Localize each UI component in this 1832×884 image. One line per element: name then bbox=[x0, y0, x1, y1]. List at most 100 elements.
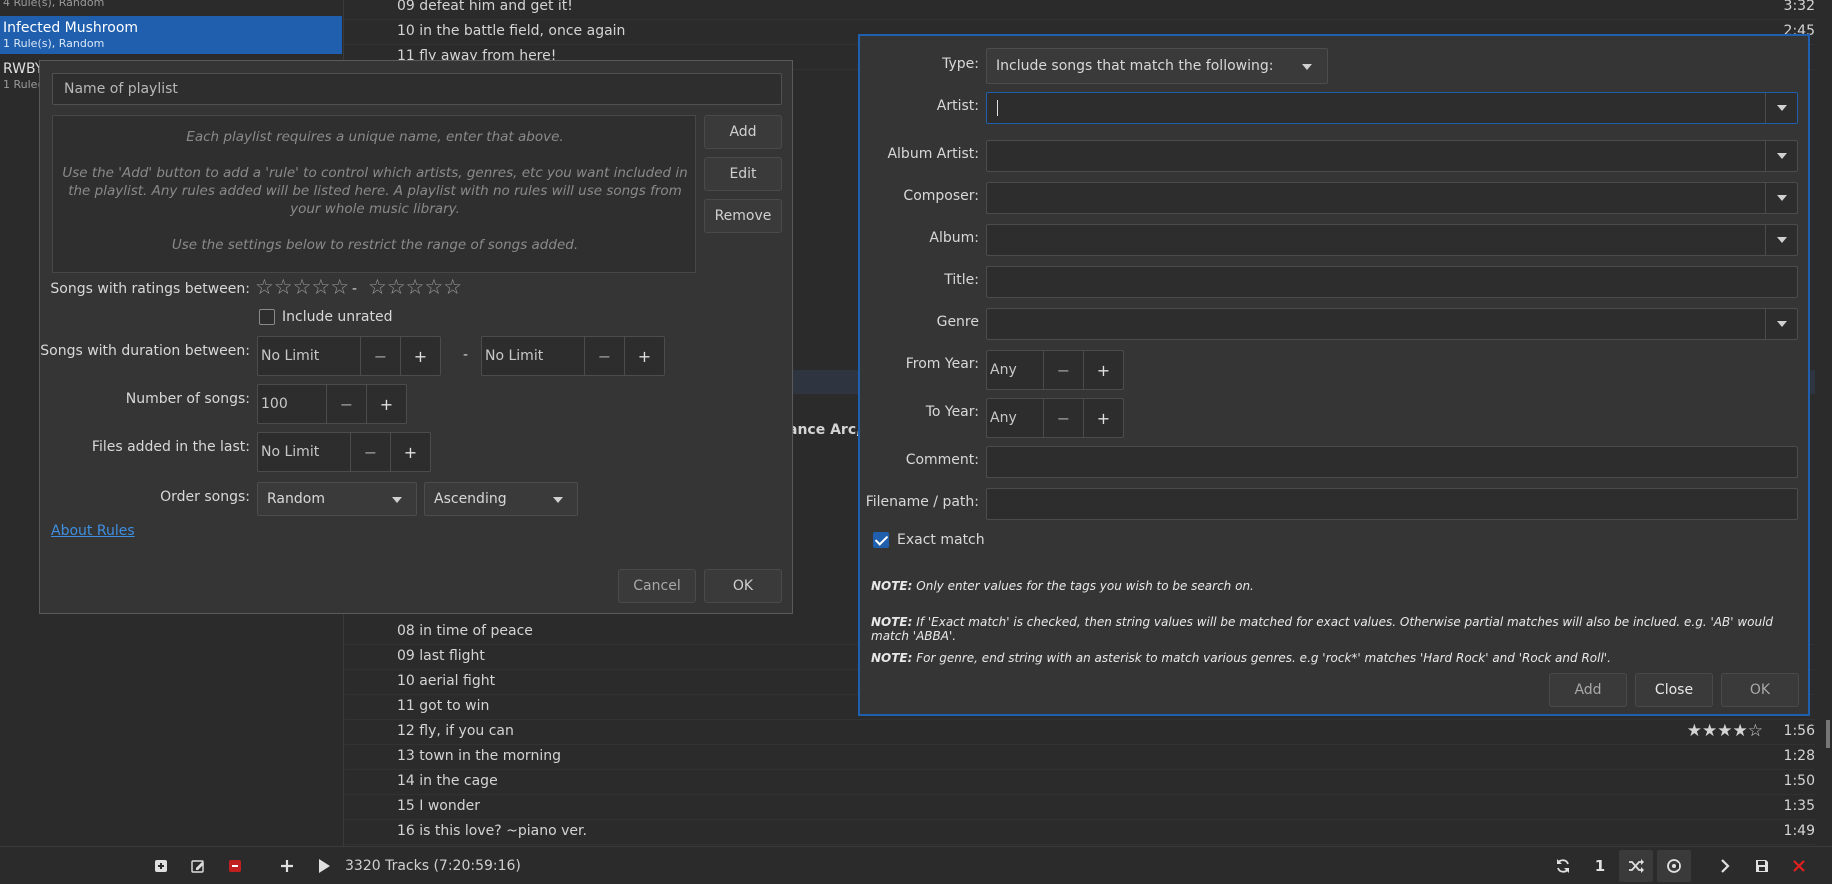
add-button[interactable]: Add bbox=[1549, 673, 1627, 707]
remove-rule-button[interactable]: Remove bbox=[704, 199, 782, 233]
track-row[interactable]: 13 town in the morning 1:28 bbox=[345, 745, 1815, 770]
track-row[interactable]: 12 fly, if you can ★★★★☆ 1:56 bbox=[345, 720, 1815, 745]
track-row[interactable]: 14 in the cage 1:50 bbox=[345, 770, 1815, 795]
note-prefix: NOTE: bbox=[871, 651, 913, 665]
clear-icon[interactable] bbox=[1788, 855, 1810, 877]
track-rating[interactable]: ★★★★☆ bbox=[1687, 721, 1763, 741]
order-by-select[interactable]: Random bbox=[257, 482, 417, 516]
to-year-stepper[interactable]: Any − + bbox=[986, 398, 1124, 438]
chevron-down-icon bbox=[1777, 195, 1787, 201]
plus-icon[interactable]: + bbox=[400, 337, 440, 375]
smart-playlist-dialog: Name of playlist Each playlist requires … bbox=[39, 60, 793, 614]
track-title: 09 last flight bbox=[397, 648, 485, 664]
order-dir-value: Ascending bbox=[434, 491, 507, 507]
from-year-value[interactable]: Any bbox=[990, 362, 1017, 378]
from-year-label: From Year: bbox=[905, 356, 979, 372]
play-icon[interactable] bbox=[313, 855, 335, 877]
track-title: 10 in the battle field, once again bbox=[397, 23, 626, 39]
composer-dropdown[interactable] bbox=[1765, 183, 1797, 213]
track-title: 10 aerial fight bbox=[397, 673, 496, 689]
rating-to-stars[interactable]: ☆☆☆☆☆ bbox=[368, 275, 462, 299]
duration-to-value[interactable]: No Limit bbox=[485, 348, 543, 364]
album-artist-input[interactable] bbox=[986, 140, 1798, 172]
include-unrated-checkbox[interactable] bbox=[259, 309, 275, 325]
composer-label: Composer: bbox=[903, 188, 979, 204]
edit-rule-button[interactable]: Edit bbox=[704, 157, 782, 191]
duration-from-stepper[interactable]: No Limit − + bbox=[257, 336, 441, 376]
type-select[interactable]: Include songs that match the following: bbox=[986, 48, 1328, 84]
playlist-name-input[interactable]: Name of playlist bbox=[52, 73, 782, 105]
minus-icon[interactable]: − bbox=[1043, 351, 1083, 389]
from-year-stepper[interactable]: Any − + bbox=[986, 350, 1124, 390]
rules-help-text: Use the settings below to restrict the r… bbox=[171, 237, 579, 253]
ok-button[interactable]: OK bbox=[704, 569, 782, 603]
plus-icon[interactable]: + bbox=[366, 385, 406, 423]
duration-label: Songs with duration between: bbox=[40, 343, 250, 359]
album-artist-dropdown[interactable] bbox=[1765, 141, 1797, 171]
next-icon[interactable] bbox=[1714, 855, 1736, 877]
single-icon[interactable]: 1 bbox=[1589, 855, 1611, 877]
note-text: NOTE: Only enter values for the tags you… bbox=[871, 579, 1254, 593]
num-songs-label: Number of songs: bbox=[125, 391, 250, 407]
save-icon[interactable] bbox=[1751, 855, 1773, 877]
artist-input[interactable] bbox=[986, 92, 1798, 124]
plus-icon[interactable]: + bbox=[390, 433, 430, 471]
minus-icon[interactable]: − bbox=[1043, 399, 1083, 437]
to-year-value[interactable]: Any bbox=[990, 410, 1017, 426]
plus-icon[interactable]: + bbox=[624, 337, 664, 375]
remove-icon[interactable] bbox=[224, 855, 246, 877]
track-row[interactable]: 16 is this love? ~piano ver. 1:49 bbox=[345, 820, 1815, 845]
filename-input[interactable] bbox=[986, 488, 1798, 520]
duration-to-stepper[interactable]: No Limit − + bbox=[481, 336, 665, 376]
track-row[interactable]: 09 defeat him and get it! 3:32 bbox=[345, 0, 1815, 20]
album-input[interactable] bbox=[986, 224, 1798, 256]
album-artist-label: Album Artist: bbox=[887, 146, 979, 162]
consume-icon[interactable] bbox=[1663, 855, 1685, 877]
num-songs-stepper[interactable]: 100 − + bbox=[257, 384, 407, 424]
album-dropdown[interactable] bbox=[1765, 225, 1797, 255]
plus-icon[interactable]: + bbox=[1083, 399, 1123, 437]
track-row[interactable]: 15 I wonder 1:35 bbox=[345, 795, 1815, 820]
genre-input[interactable] bbox=[986, 308, 1798, 340]
add-rule-button[interactable]: Add bbox=[704, 115, 782, 149]
genre-label: Genre bbox=[936, 314, 979, 330]
note-body: For genre, end string with an asterisk t… bbox=[916, 651, 1611, 665]
rating-from-stars[interactable]: ☆☆☆☆☆ bbox=[255, 275, 349, 299]
plus-icon[interactable] bbox=[276, 855, 298, 877]
playlist-item-infected-mushroom[interactable]: Infected Mushroom 1 Rule(s), Random bbox=[0, 16, 342, 54]
chevron-down-icon bbox=[1777, 237, 1787, 243]
rules-list[interactable]: Each playlist requires a unique name, en… bbox=[52, 115, 696, 273]
refresh-icon[interactable] bbox=[1552, 855, 1574, 877]
shuffle-icon[interactable] bbox=[1625, 855, 1647, 877]
files-added-stepper[interactable]: No Limit − + bbox=[257, 432, 431, 472]
minus-icon[interactable]: − bbox=[326, 385, 366, 423]
duration-from-value[interactable]: No Limit bbox=[261, 348, 319, 364]
close-button[interactable]: Close bbox=[1635, 673, 1713, 707]
comment-input[interactable] bbox=[986, 446, 1798, 478]
artist-dropdown[interactable] bbox=[1765, 93, 1797, 123]
genre-dropdown[interactable] bbox=[1765, 309, 1797, 339]
track-title: 14 in the cage bbox=[397, 773, 498, 789]
playlist-item[interactable]: 4 Rule(s), Random bbox=[0, 0, 342, 14]
playlist-item-name: Infected Mushroom bbox=[3, 20, 139, 36]
minus-icon[interactable]: − bbox=[584, 337, 624, 375]
rating-dash: - bbox=[352, 281, 358, 297]
cancel-button[interactable]: Cancel bbox=[618, 569, 696, 603]
exact-match-checkbox[interactable] bbox=[873, 532, 889, 548]
track-duration: 3:32 bbox=[1783, 0, 1815, 14]
files-added-value[interactable]: No Limit bbox=[261, 444, 319, 460]
track-title: 12 fly, if you can bbox=[397, 723, 514, 739]
minus-icon[interactable]: − bbox=[350, 433, 390, 471]
order-dir-select[interactable]: Ascending bbox=[424, 482, 578, 516]
add-playlist-icon[interactable] bbox=[150, 855, 172, 877]
scrollbar-thumb[interactable] bbox=[1826, 720, 1830, 748]
ok-button[interactable]: OK bbox=[1721, 673, 1799, 707]
title-input[interactable] bbox=[986, 266, 1798, 298]
edit-icon[interactable] bbox=[187, 855, 209, 877]
composer-input[interactable] bbox=[986, 182, 1798, 214]
about-rules-link[interactable]: About Rules bbox=[51, 523, 135, 539]
playlist-item-sub: 1 Rule(s), Random bbox=[3, 37, 105, 50]
minus-icon[interactable]: − bbox=[360, 337, 400, 375]
plus-icon[interactable]: + bbox=[1083, 351, 1123, 389]
num-songs-value[interactable]: 100 bbox=[261, 396, 288, 412]
